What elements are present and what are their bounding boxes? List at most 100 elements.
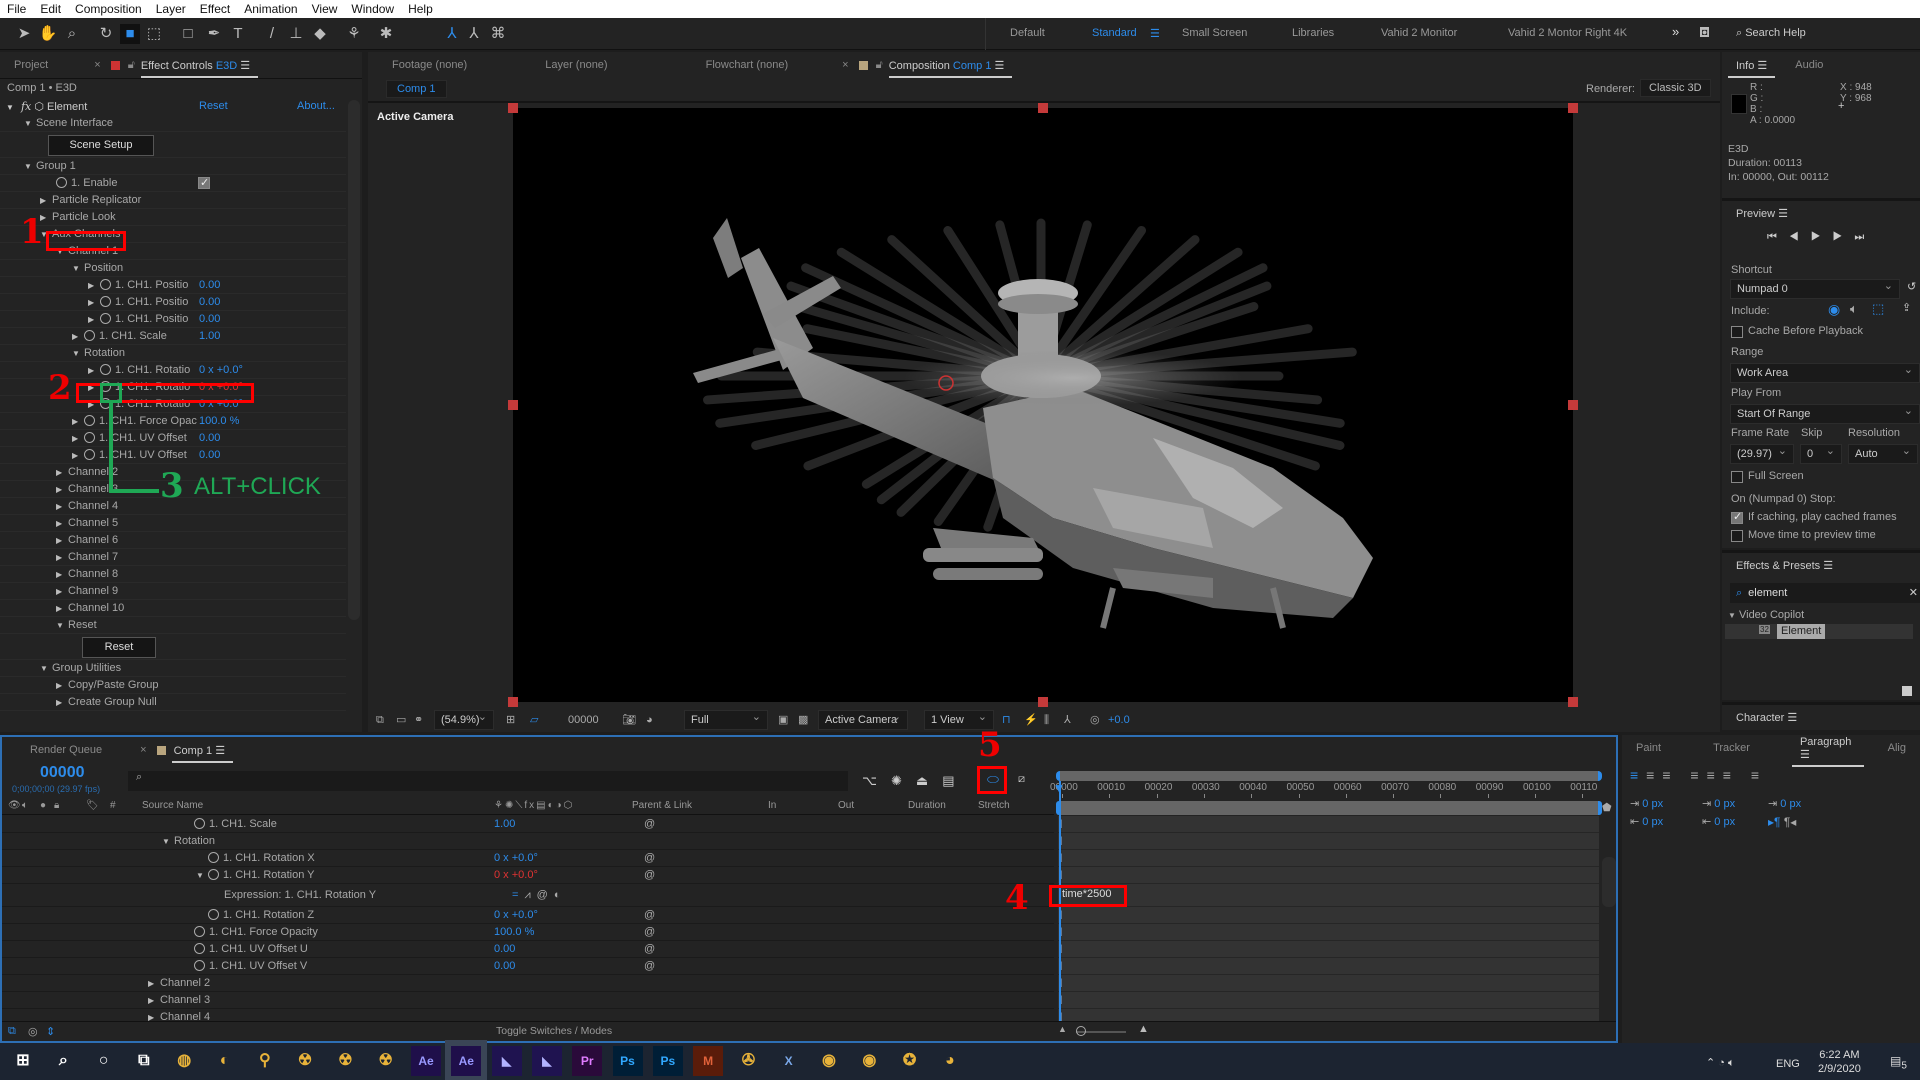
space-before-value[interactable]: 0 px [1714,798,1735,810]
property-value[interactable]: 1.00 [199,328,220,345]
timeline-property-row[interactable]: 1. CH1. Rotation Z 0 x +0.0° @ [2,907,1054,924]
world-axis-icon[interactable]: ⅄ [464,24,484,44]
lock-icon[interactable]: 🔓︎ [876,59,883,72]
collapsed-arrow-icon[interactable]: ▶ [148,975,160,992]
source-name-header[interactable]: Source Name [142,797,203,815]
video-switch-icon[interactable]: 👁︎ [8,797,21,815]
pick-whip-icon[interactable]: @ [644,958,655,975]
camera-view-dropdown[interactable]: Active Camera [818,708,908,730]
timeline-property-row[interactable]: 1. CH1. Force Opacity 100.0 % @ [2,924,1054,941]
property-value[interactable]: 0.00 [199,311,220,328]
property-value[interactable]: 0.00 [199,430,220,447]
taskbar-app-app6-icon[interactable]: ◕ [935,1046,965,1076]
full-screen-checkbox[interactable] [1731,471,1743,483]
magnification-dropdown[interactable]: (54.9%) [434,708,494,730]
always-preview-icon[interactable]: ⧉ [376,710,384,730]
reset-preview-icon[interactable]: ↺ [1907,280,1916,293]
tab-flowchart[interactable]: Flowchart (none) [692,59,803,71]
stopwatch-icon[interactable] [194,818,205,829]
workspace-standard[interactable]: Standard [1092,27,1137,39]
menu-window[interactable]: Window [344,2,401,16]
taskbar-app-app3-icon[interactable]: ☢ [371,1046,401,1076]
shortcut-dropdown[interactable]: Numpad 0 [1730,277,1900,299]
timeline-property-value[interactable]: 0 x +0.0° [494,867,538,884]
menu-composition[interactable]: Composition [68,2,149,16]
comp-marker-bin-icon[interactable]: ⬟ [1602,801,1612,814]
cache-before-playback-checkbox[interactable] [1731,326,1743,338]
audio-switch-icon[interactable]: 🔈︎ [22,797,28,815]
category-video-copilot[interactable]: ▼ Video Copilot [1728,609,1804,621]
taskbar-app-an-icon[interactable]: ◣ [531,1046,562,1076]
tab-audio[interactable]: Audio [1781,59,1837,71]
pick-whip-icon[interactable]: @ [644,850,655,867]
draft-3d-icon[interactable]: ✺ [891,773,916,788]
expression-language-menu-icon[interactable]: ◐ [554,889,567,901]
collapse-arrow-icon[interactable]: ▼ [6,103,14,112]
timeline-property-value[interactable]: 0 x +0.0° [494,850,538,867]
color-channels-icon[interactable]: ◕ [646,710,653,730]
justify-all-icon[interactable]: ≡ [1751,767,1767,783]
graph-editor-icon[interactable]: ⧄ [1018,773,1025,786]
collapsed-arrow-icon[interactable]: ▶ [88,311,100,328]
fast-previews-icon[interactable]: ⚡ [1024,710,1038,730]
if-caching-checkbox[interactable] [1731,510,1743,524]
expression-row[interactable]: Expression: 1. CH1. Rotation Y =⩘@◐ [2,884,1054,907]
property-value[interactable]: 100.0 % [199,413,239,430]
taskbar-app-search-app-icon[interactable]: ⚲ [250,1046,280,1076]
collapsed-arrow-icon[interactable]: ▶ [56,481,68,498]
enable-expression-icon[interactable]: = [512,889,524,901]
collapsed-arrow-icon[interactable]: ▶ [72,413,84,430]
space-before[interactable]: ⇥ 0 px [1702,797,1735,810]
taskbar-app-ae-icon[interactable]: Ae [411,1046,441,1076]
pick-whip-icon[interactable]: @ [644,816,655,833]
resolution-dropdown[interactable]: Full [684,708,768,730]
space-after[interactable]: ⇤ 0 px [1702,815,1735,828]
type-tool-icon[interactable]: T [228,24,248,44]
align-left-icon[interactable]: ≡ [1630,767,1646,783]
taskbar-app-x-icon[interactable]: X [774,1046,804,1076]
include-video-icon[interactable]: ◉ [1828,301,1840,318]
time-navigator-bar[interactable] [1056,771,1602,781]
workspace-default[interactable]: Default [1010,27,1045,39]
indent-right[interactable]: ⇤ 0 px [1630,815,1663,828]
left-to-right-icon[interactable]: ▸¶ [1768,815,1780,829]
layer-bounds-handle[interactable] [1038,103,1048,113]
align-center-icon[interactable]: ≡ [1646,767,1662,783]
clock[interactable]: 6:22 AM 2/9/2020 [1818,1048,1861,1076]
in-header[interactable]: In [768,797,776,815]
stretch-header[interactable]: Stretch [978,797,1010,815]
collapsed-arrow-icon[interactable]: ▶ [56,498,68,515]
expand-arrow-icon[interactable]: ▼ [24,115,36,132]
parent-link-header[interactable]: Parent & Link [632,797,692,815]
right-to-left-icon[interactable]: ¶◂ [1784,815,1796,829]
play-from-dropdown[interactable]: Start Of Range [1730,402,1920,424]
eraser-tool-icon[interactable]: ◆ [310,24,330,44]
brush-tool-icon[interactable]: / [262,24,282,44]
close-tab-icon[interactable]: × [842,59,848,71]
layer-bounds-handle[interactable] [508,697,518,707]
collapsed-arrow-icon[interactable]: ▶ [72,447,84,464]
skip-dropdown[interactable]: 0 [1800,442,1842,464]
roto-brush-tool-icon[interactable]: ⚘ [344,24,364,44]
timeline-scrollbar[interactable] [1602,857,1616,907]
expand-arrow-icon[interactable]: ▼ [162,833,174,850]
menu-animation[interactable]: Animation [237,2,304,16]
show-hidden-icons[interactable]: ⌃ [1706,1057,1715,1069]
stopwatch-icon[interactable] [194,926,205,937]
timeline-track[interactable]: I [1058,907,1599,924]
expand-arrow-icon[interactable]: ▼ [72,260,84,277]
timeline-property-value[interactable]: 1.00 [494,816,515,833]
collapsed-arrow-icon[interactable]: ▶ [56,566,68,583]
tab-project[interactable]: Project [0,59,62,71]
first-frame-icon[interactable]: ⏮ [1767,231,1789,243]
timeline-track[interactable]: I [1058,941,1599,958]
puppet-tool-icon[interactable]: ✱ [376,24,396,44]
zoom-tool-icon[interactable]: ⌕ [62,24,82,44]
timeline-property-value[interactable]: 0 x +0.0° [494,907,538,924]
enable-checkbox[interactable] [198,175,210,192]
tab-render-queue[interactable]: Render Queue [16,744,116,756]
more-workspaces-button[interactable]: » [1672,24,1679,39]
stopwatch-icon[interactable] [194,960,205,971]
property-value[interactable]: 0.00 [199,277,220,294]
close-tab-icon[interactable]: × [140,744,146,756]
